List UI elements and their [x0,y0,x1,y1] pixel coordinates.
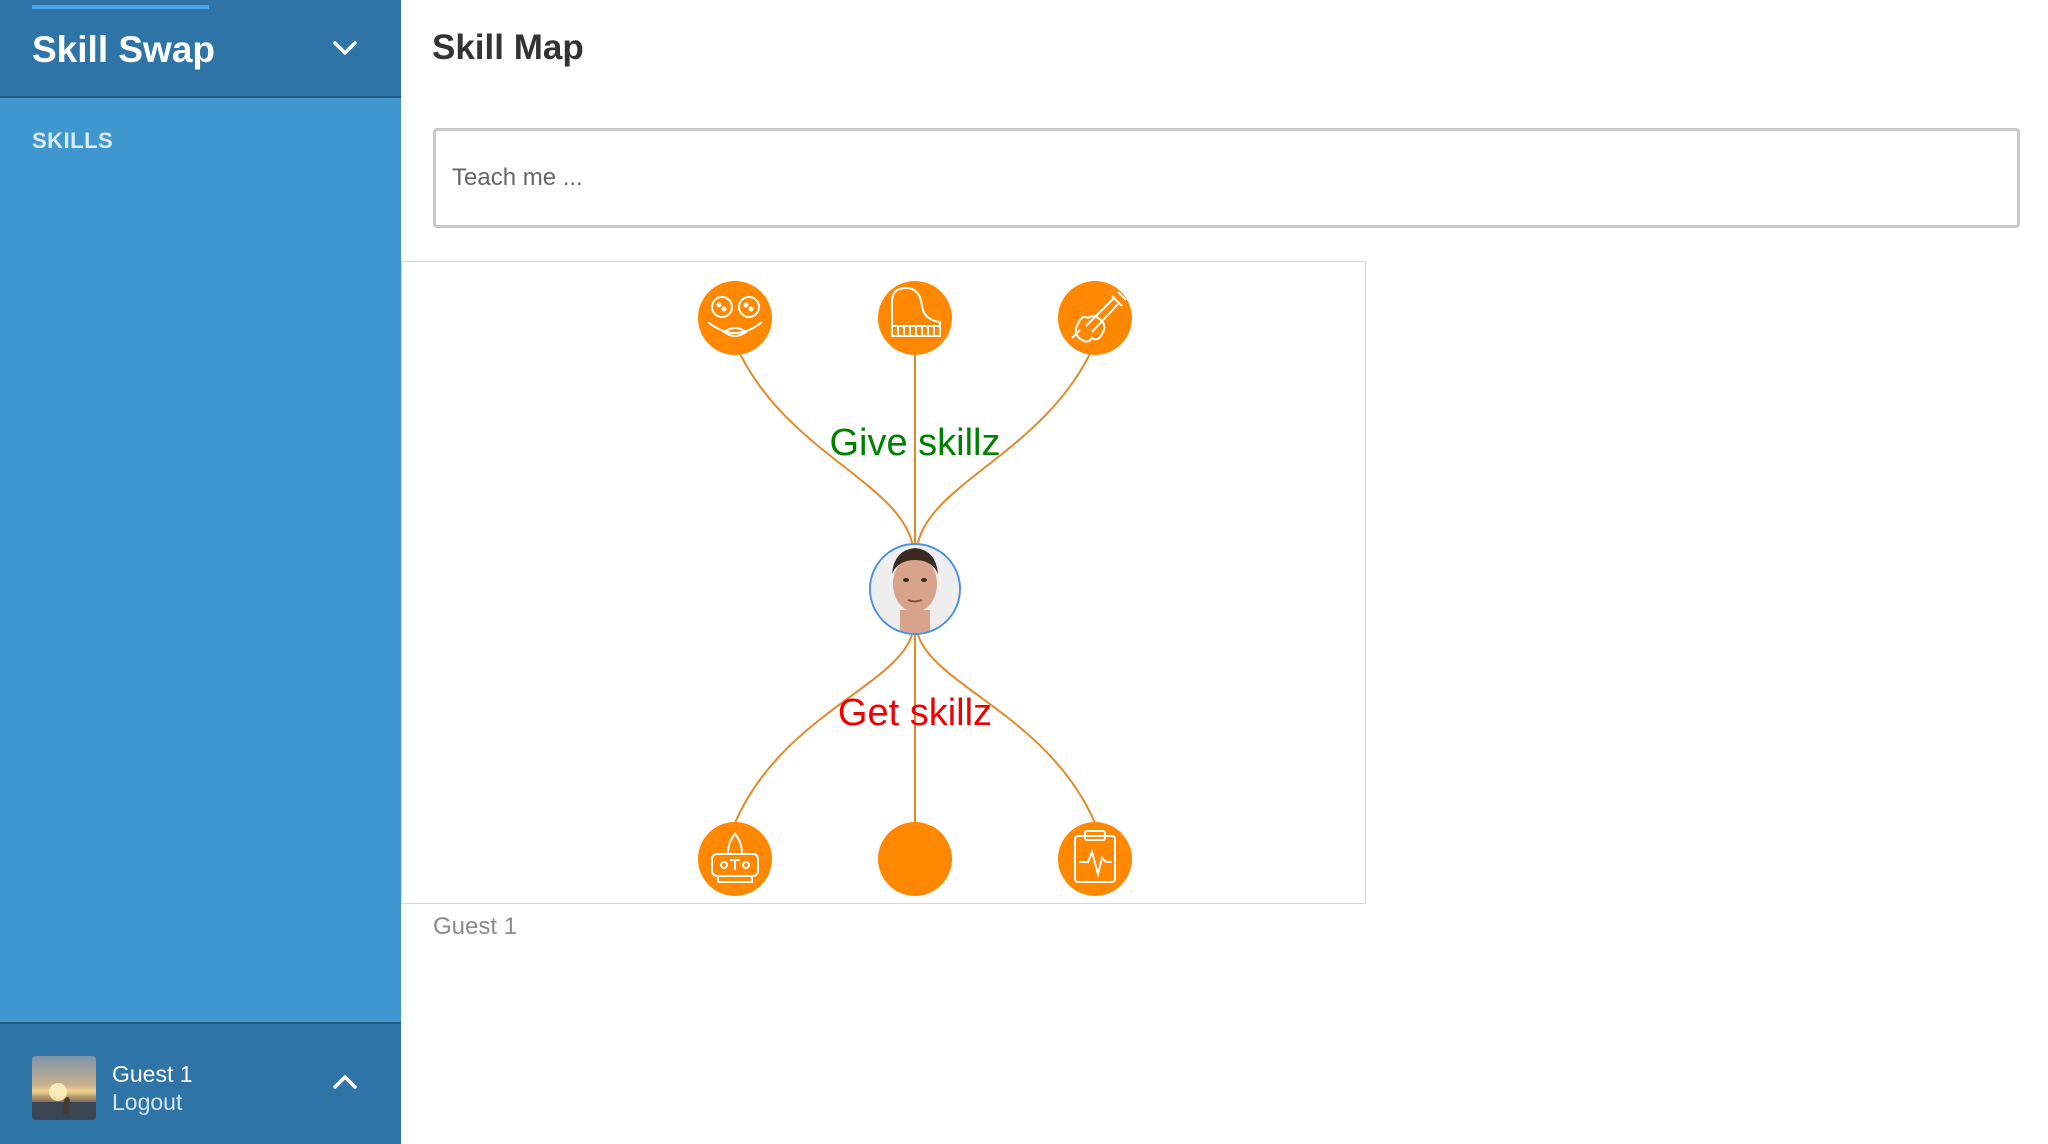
give-skillz-label: Give skillz [829,422,1000,464]
give-skill-node-2[interactable] [878,281,952,355]
sidebar: Skill Swap SKILLS Guest 1 Logout [0,0,401,1144]
teach-me-input[interactable] [433,128,2020,228]
skill-map-graph: Give skillz Get skillz [698,281,1132,896]
get-skill-node-2[interactable] [878,822,952,896]
page-title: Skill Map [432,28,584,67]
app-root: Skill Swap SKILLS Guest 1 Logout Skill M… [0,0,2048,1144]
avatar[interactable] [32,1056,96,1120]
user-name: Guest 1 [112,1061,193,1087]
blank-skill-icon [878,822,952,896]
logout-link[interactable]: Logout [112,1088,182,1116]
get-skillz-label: Get skillz [838,692,992,734]
user-center-node[interactable] [869,543,961,640]
get-skill-node-3[interactable] [1058,822,1132,896]
user-portrait [871,545,959,633]
skill-map-panel[interactable]: Give skillz Get skillz [401,261,1366,904]
give-skill-node-3[interactable] [1058,281,1132,355]
sidebar-footer: Guest 1 Logout [0,1022,401,1144]
get-skill-node-1[interactable] [698,822,772,896]
header-accent-bar [32,5,209,9]
sidebar-item-skills[interactable]: SKILLS [32,126,113,156]
give-skill-node-1[interactable] [698,281,772,355]
map-caption: Guest 1 [433,913,518,940]
app-title: Skill Swap [32,29,216,70]
chevron-up-icon[interactable] [330,1070,360,1094]
chevron-down-icon[interactable] [330,36,360,60]
sidebar-header: Skill Swap [0,0,401,98]
avatar-image [32,1083,96,1120]
